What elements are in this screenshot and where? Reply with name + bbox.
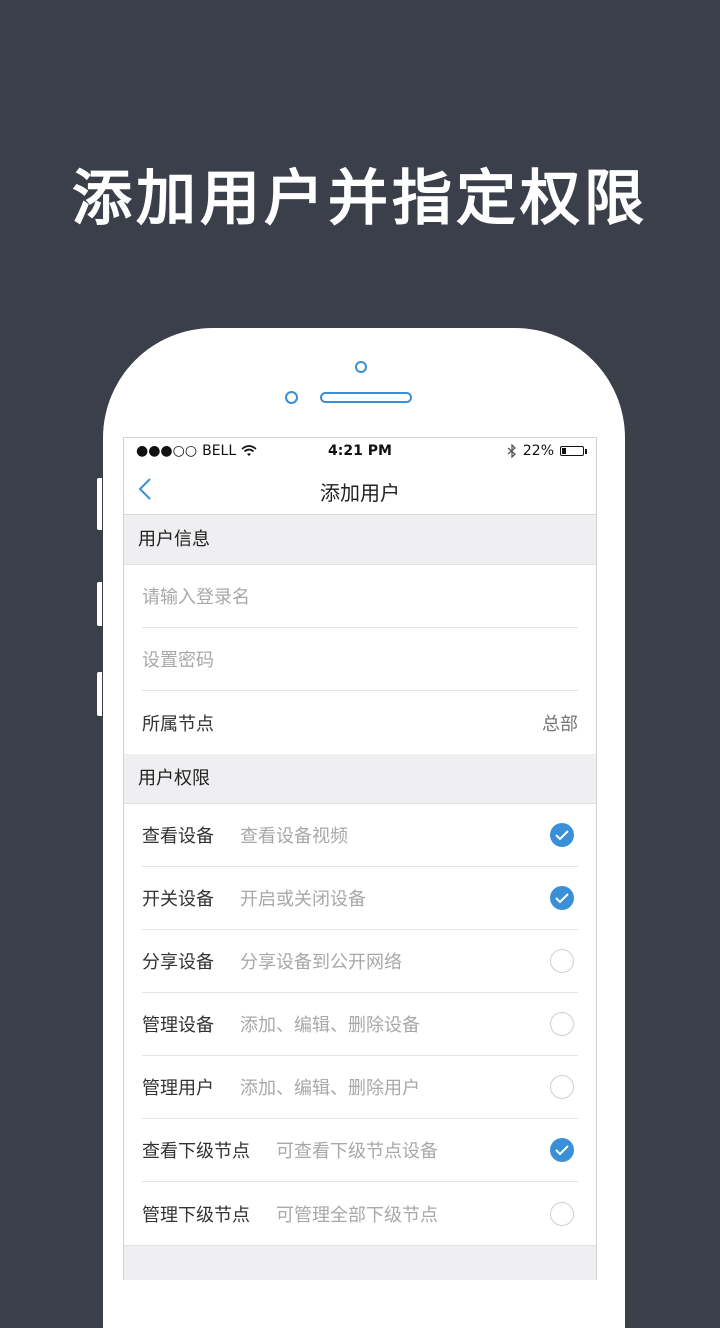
permission-desc: 开启或关闭设备 [240,889,366,910]
permission-name: 查看设备 [142,826,214,847]
permission-desc: 添加、编辑、删除设备 [240,1015,420,1036]
permission-row[interactable]: 管理下级节点 可管理全部下级节点 [142,1182,578,1245]
permission-checkbox[interactable] [550,1075,574,1099]
permission-name: 管理用户 [142,1078,214,1099]
login-name-input[interactable]: 请输入登录名 [142,565,578,628]
page-title: 添加用户 [320,481,400,505]
bottom-section [124,1245,596,1280]
node-label: 所属节点 [142,713,214,735]
node-selector[interactable]: 所属节点 总部 [142,691,578,754]
permission-row[interactable]: 分享设备 分享设备到公开网络 [142,930,578,993]
permission-row[interactable]: 查看下级节点 可查看下级节点设备 [142,1119,578,1182]
permission-checkbox[interactable] [550,1012,574,1036]
app-screen: ●●●○○ BELL 4:21 PM 22% 添加用户 用户信息 请输入登录名 … [123,437,597,1280]
permission-desc: 可查看下级节点设备 [276,1141,438,1162]
permission-name: 管理下级节点 [142,1204,250,1226]
checkmark-icon [555,893,569,904]
nav-bar: 添加用户 [124,464,596,515]
checkmark-icon [555,1145,569,1156]
permission-name: 开关设备 [142,889,214,910]
permission-row[interactable]: 查看设备 查看设备视频 [142,804,578,867]
battery-percent: 22% [522,443,554,459]
node-value: 总部 [542,713,578,735]
permission-checkbox[interactable] [550,1138,574,1162]
permission-desc: 可管理全部下级节点 [276,1204,438,1226]
permission-checkbox[interactable] [550,1201,574,1226]
permission-row[interactable]: 管理用户 添加、编辑、删除用户 [142,1056,578,1119]
permission-list: 查看设备 查看设备视频 开关设备 开启或关闭设备 分享设备 分享设备到公开网络 … [124,804,596,1245]
checkmark-icon [555,830,569,841]
permission-name: 分享设备 [142,952,214,973]
phone-side-button [97,582,102,626]
section-header-user-info: 用户信息 [124,515,596,565]
promo-headline: 添加用户并指定权限 [72,164,648,234]
permission-checkbox[interactable] [550,886,574,910]
phone-side-button [97,672,102,716]
permission-desc: 分享设备到公开网络 [240,952,402,973]
phone-side-button [97,478,102,530]
sensor-icon [285,391,298,404]
permission-row[interactable]: 开关设备 开启或关闭设备 [142,867,578,930]
login-name-placeholder: 请输入登录名 [142,587,250,608]
permission-name: 查看下级节点 [142,1141,250,1162]
password-placeholder: 设置密码 [142,650,214,671]
speaker-icon [320,392,412,403]
battery-icon [560,446,587,456]
permission-desc: 查看设备视频 [240,826,348,847]
permission-name: 管理设备 [142,1015,214,1036]
permission-checkbox[interactable] [550,949,574,973]
permission-row[interactable]: 管理设备 添加、编辑、删除设备 [142,993,578,1056]
password-input[interactable]: 设置密码 [142,628,578,691]
section-header-permissions: 用户权限 [124,754,596,804]
status-bar: ●●●○○ BELL 4:21 PM 22% [124,438,596,464]
permission-checkbox[interactable] [550,823,574,847]
bluetooth-icon [507,444,516,458]
camera-icon [355,361,367,373]
permission-desc: 添加、编辑、删除用户 [240,1078,420,1099]
